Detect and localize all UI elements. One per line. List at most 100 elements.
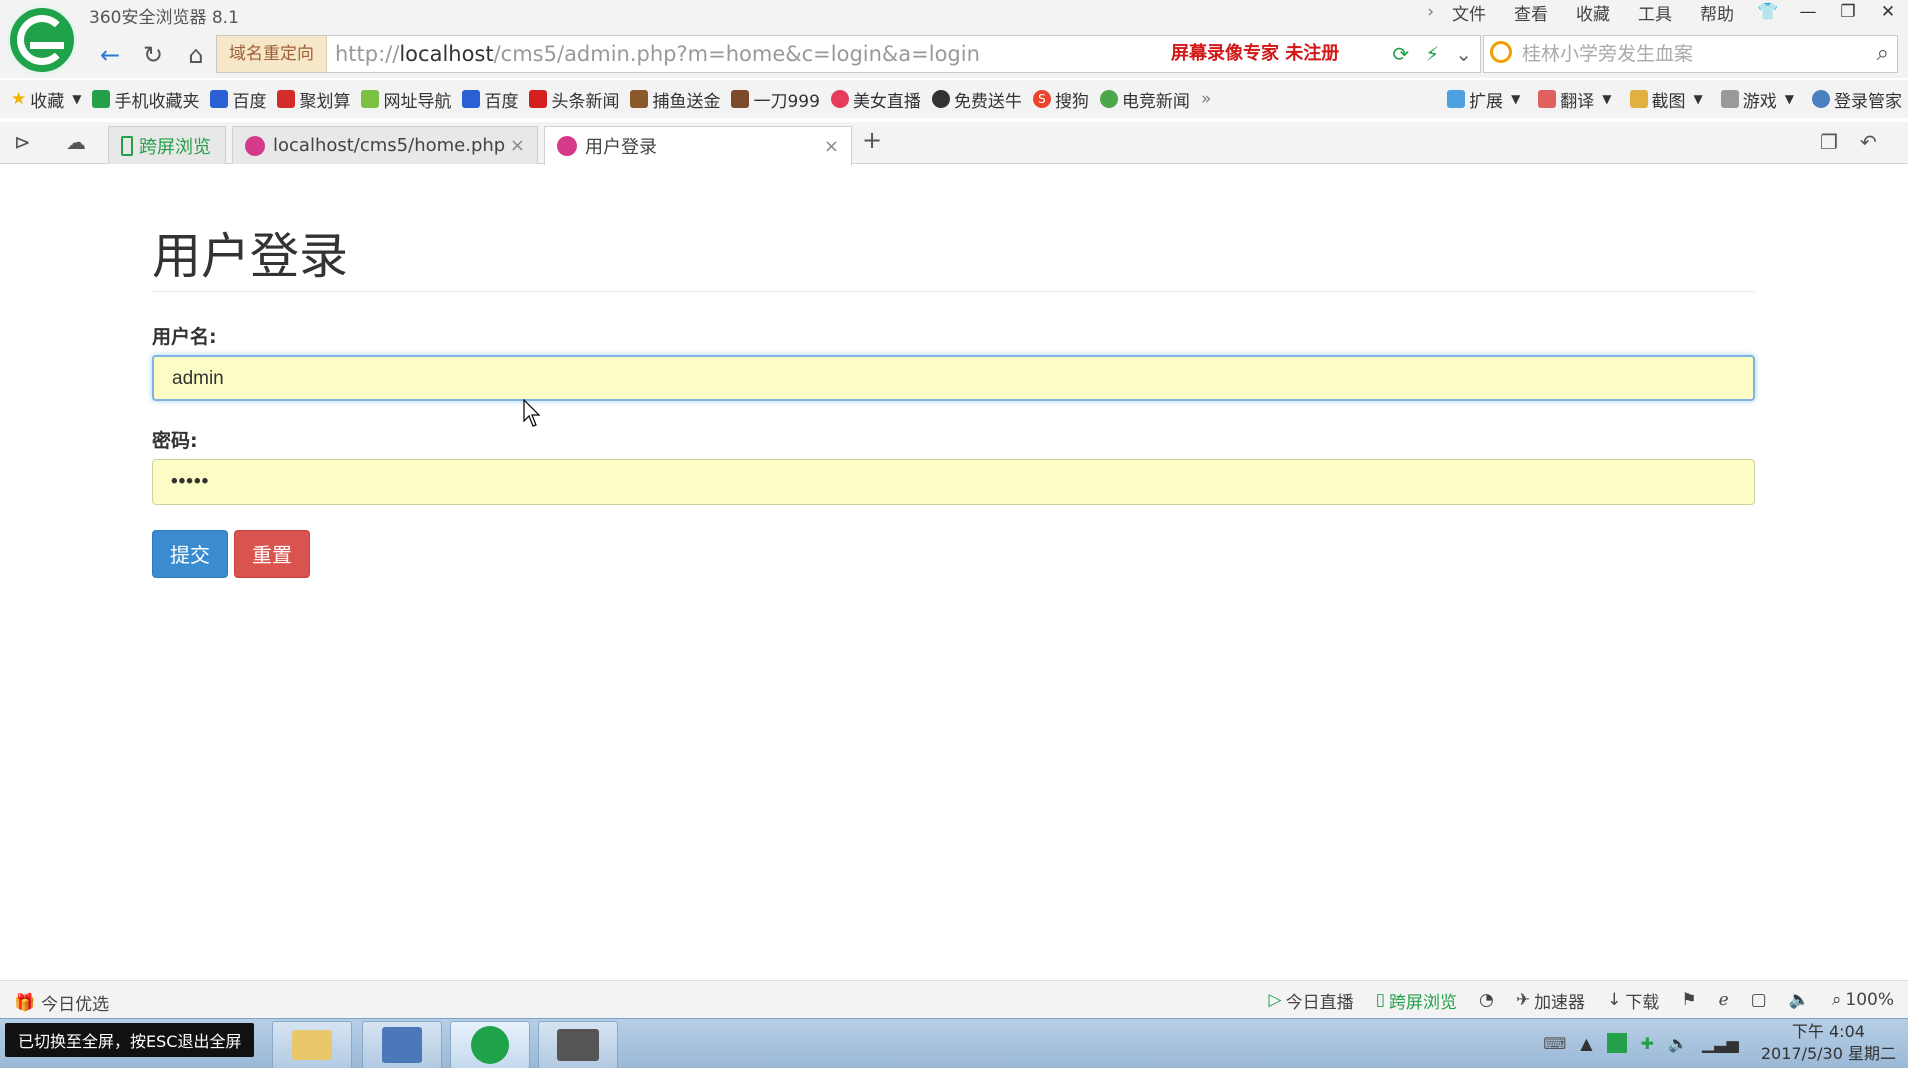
menu-favorites[interactable]: 收藏 bbox=[1576, 0, 1610, 25]
download-icon: ↓ bbox=[1607, 990, 1622, 1010]
translate-button[interactable]: 翻译 ▼ bbox=[1538, 87, 1612, 112]
bookmark-esports[interactable]: 电竞新闻 bbox=[1099, 87, 1190, 112]
live-button[interactable]: ▷ 今日直播 bbox=[1269, 988, 1354, 1013]
bookmark-game-999[interactable]: 一刀999 bbox=[731, 87, 820, 112]
search-box[interactable]: 桂林小学旁发生血案 ⌕ bbox=[1483, 35, 1898, 73]
login-manager-button[interactable]: 登录管家 bbox=[1812, 87, 1902, 112]
menu-file[interactable]: 文件 bbox=[1452, 0, 1486, 25]
show-hidden-icon[interactable]: ▲ bbox=[1580, 1034, 1592, 1053]
close-tab-icon[interactable]: × bbox=[510, 135, 525, 156]
dropdown-icon[interactable]: ⌄ bbox=[1455, 42, 1472, 66]
speed-icon[interactable]: ◔ bbox=[1479, 990, 1494, 1010]
tab-list-icon[interactable]: ❐ bbox=[1820, 130, 1838, 154]
chevron-down-icon: ▼ bbox=[1784, 92, 1794, 106]
app-tray-icon[interactable] bbox=[1606, 1033, 1627, 1053]
bookmark-baidu-2[interactable]: 百度 bbox=[462, 87, 518, 112]
tab-login[interactable]: 用户登录 × bbox=[544, 126, 852, 165]
browser-logo[interactable] bbox=[7, 5, 77, 75]
chevron-down-icon: ▼ bbox=[1602, 92, 1612, 106]
restore-button[interactable]: ❐ bbox=[1828, 2, 1868, 22]
site-icon bbox=[245, 135, 265, 156]
bookmark-live[interactable]: 美女直播 bbox=[830, 87, 921, 112]
download-button[interactable]: ↓ 下载 bbox=[1607, 988, 1659, 1013]
address-bar[interactable]: 域名重定向 http://localhost/cms5/admin.php?m=… bbox=[216, 35, 1481, 73]
password-input[interactable]: ••••• bbox=[152, 459, 1755, 505]
extensions-button[interactable]: 扩展 ▼ bbox=[1447, 87, 1520, 112]
screenshot-button[interactable]: 截图 ▼ bbox=[1629, 87, 1703, 112]
search-input[interactable]: 桂林小学旁发生血案 bbox=[1522, 36, 1693, 72]
undo-close-icon[interactable]: ↶ bbox=[1860, 130, 1877, 154]
cross-screen-button[interactable]: ▯ 跨屏浏览 bbox=[1376, 988, 1457, 1013]
bookmark-fishing[interactable]: 捕鱼送金 bbox=[630, 87, 720, 112]
chevron-right-icon[interactable]: › bbox=[1427, 2, 1434, 22]
bookmark-sogou[interactable]: S 搜狗 bbox=[1032, 87, 1089, 112]
security-tray-icon[interactable]: ✚ bbox=[1641, 1034, 1654, 1053]
new-tab-button[interactable]: + bbox=[862, 126, 882, 154]
keyboard-icon[interactable]: ⌨ bbox=[1543, 1034, 1566, 1053]
username-input[interactable]: admin bbox=[152, 355, 1755, 401]
today-picks[interactable]: 🎁 今日优选 bbox=[14, 990, 109, 1016]
app-title: 360安全浏览器 8.1 bbox=[89, 8, 239, 28]
zoom-control[interactable]: ⌕ 100% bbox=[1832, 990, 1894, 1010]
play-circle-icon: ▷ bbox=[1268, 990, 1282, 1010]
esports-icon bbox=[1099, 90, 1118, 108]
bookmark-free-cow[interactable]: 免费送牛 bbox=[931, 87, 1022, 112]
close-tab-icon[interactable]: × bbox=[824, 136, 839, 157]
menu-tools[interactable]: 工具 bbox=[1638, 0, 1672, 25]
sogou-icon: S bbox=[1032, 90, 1051, 108]
page-title: 用户登录 bbox=[152, 228, 349, 285]
ie-icon[interactable]: ℯ bbox=[1719, 990, 1729, 1010]
bookmark-juhuasuan[interactable]: 聚划算 bbox=[277, 87, 350, 112]
home-button[interactable]: ⌂ bbox=[176, 39, 216, 71]
camera-icon bbox=[557, 1029, 599, 1061]
search-icon[interactable]: ⌕ bbox=[1877, 41, 1889, 66]
search-engine-icon[interactable] bbox=[1490, 41, 1512, 63]
chevron-down-icon: ▼ bbox=[1693, 92, 1703, 106]
refresh-button[interactable]: ↻ bbox=[133, 39, 173, 71]
taskbar-recorder[interactable] bbox=[538, 1021, 618, 1068]
accelerator-button[interactable]: ✈ 加速器 bbox=[1516, 988, 1585, 1013]
username-label: 用户名: bbox=[152, 326, 217, 348]
close-window-button[interactable]: ✕ bbox=[1868, 2, 1908, 22]
menu-view[interactable]: 查看 bbox=[1514, 0, 1548, 25]
submit-button[interactable]: 提交 bbox=[152, 530, 228, 578]
taskbar-film[interactable] bbox=[362, 1021, 442, 1068]
bookmark-nav[interactable]: 网址导航 bbox=[361, 87, 451, 112]
chevron-down-icon: ▼ bbox=[1511, 92, 1521, 106]
film-icon bbox=[382, 1027, 422, 1063]
url-text[interactable]: http://localhost/cms5/admin.php?m=home&c… bbox=[335, 36, 980, 72]
clock[interactable]: 下午 4:04 2017/5/30 星期二 bbox=[1761, 1021, 1896, 1065]
window-icon[interactable]: ▢ bbox=[1751, 990, 1767, 1010]
reset-button[interactable]: 重置 bbox=[234, 530, 310, 578]
sync-icon[interactable]: ⟳ bbox=[1392, 42, 1409, 66]
toutiao-icon bbox=[529, 90, 548, 108]
bookmark-mobile[interactable]: 手机收藏夹 bbox=[92, 87, 199, 112]
back-button[interactable]: ← bbox=[90, 39, 130, 71]
zoom-icon: ⌕ bbox=[1831, 990, 1842, 1010]
rocket-icon: ✈ bbox=[1515, 990, 1531, 1010]
extensions-icon bbox=[1447, 90, 1466, 108]
baidu-paw-icon bbox=[210, 90, 229, 108]
bookmark-favorites[interactable]: ★ 收藏 ▼ bbox=[11, 87, 81, 112]
taskbar-explorer[interactable] bbox=[272, 1021, 352, 1068]
skin-icon[interactable]: 👕 bbox=[1748, 2, 1788, 22]
menu-help[interactable]: 帮助 bbox=[1700, 0, 1734, 25]
cloud-icon[interactable]: ☁ bbox=[66, 130, 86, 154]
bookmark-toutiao[interactable]: 头条新闻 bbox=[529, 87, 619, 112]
bookmark-baidu[interactable]: 百度 bbox=[210, 87, 266, 112]
taskbar-360browser[interactable] bbox=[450, 1021, 530, 1068]
volume-tray-icon[interactable]: 🔈 bbox=[1668, 1034, 1688, 1053]
volume-icon[interactable]: 🔈 bbox=[1789, 990, 1810, 1010]
redirect-badge[interactable]: 域名重定向 bbox=[217, 36, 327, 72]
tab-cross-screen[interactable]: 跨屏浏览 bbox=[108, 126, 226, 164]
games-button[interactable]: 游戏 ▼ bbox=[1720, 87, 1794, 112]
network-icon[interactable]: ▁▃▅ bbox=[1702, 1034, 1739, 1053]
tab-home[interactable]: localhost/cms5/home.php × bbox=[232, 126, 538, 164]
sidebar-toggle-icon[interactable]: ⊳ bbox=[14, 130, 31, 154]
lightning-icon[interactable]: ⚡ bbox=[1425, 42, 1439, 66]
scissors-icon bbox=[1629, 90, 1648, 108]
logo-e-icon bbox=[17, 15, 67, 65]
minimize-button[interactable]: — bbox=[1788, 2, 1828, 22]
more-bookmarks-icon[interactable]: » bbox=[1201, 89, 1211, 109]
flag-icon[interactable]: ⚑ bbox=[1681, 990, 1696, 1010]
